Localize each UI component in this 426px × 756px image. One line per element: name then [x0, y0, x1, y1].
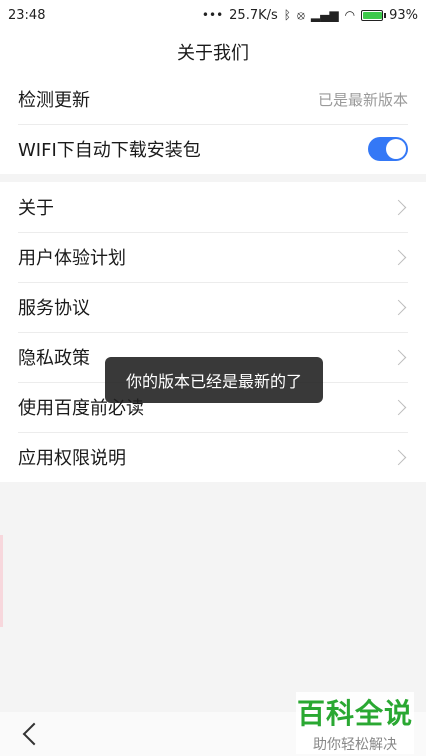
chevron-right-icon — [390, 199, 407, 215]
menu-item-permissions[interactable]: 应用权限说明 — [0, 432, 426, 482]
page-title: 关于我们 — [177, 43, 249, 64]
menu-group: 关于 用户体验计划 服务协议 隐私政策 使用百度前必读 应用权限说明 — [0, 182, 426, 482]
wifi-auto-download-label: WIFI下自动下载安装包 — [18, 140, 201, 161]
menu-item-label: 关于 — [18, 198, 54, 219]
chevron-right-icon — [390, 299, 407, 315]
signal-icon: ▂▄▆ — [310, 8, 339, 22]
battery-fill — [363, 11, 382, 19]
back-icon[interactable] — [22, 722, 46, 746]
wifi-auto-download-toggle[interactable] — [368, 137, 408, 161]
wifi-auto-download-row: WIFI下自动下载安装包 — [0, 124, 426, 174]
chevron-right-icon — [390, 249, 407, 265]
menu-item-service-agreement[interactable]: 服务协议 — [0, 282, 426, 332]
bluetooth-icon: ᛒ — [283, 8, 291, 22]
dots-icon: ••• — [201, 8, 224, 22]
status-bar: 23:48 ••• 25.7K/s ᛒ ⦻ ▂▄▆ ◠ 93% — [0, 0, 426, 30]
settings-group: 检测更新 已是最新版本 WIFI下自动下载安装包 — [0, 74, 426, 174]
edge-decoration — [0, 535, 3, 627]
menu-item-label: 应用权限说明 — [18, 448, 126, 469]
status-time: 23:48 — [8, 7, 46, 23]
menu-item-label: 服务协议 — [18, 298, 90, 319]
header: 关于我们 — [0, 30, 426, 74]
watermark-logo: 百科全说 助你轻松解决 — [296, 692, 414, 754]
check-update-label: 检测更新 — [18, 90, 90, 111]
toggle-knob — [386, 139, 406, 159]
toast-text: 你的版本已经是最新的了 — [125, 372, 302, 391]
menu-item-about[interactable]: 关于 — [0, 182, 426, 232]
network-speed: 25.7K/s — [229, 7, 278, 23]
menu-item-label: 隐私政策 — [18, 348, 90, 369]
vibrate-icon: ⦻ — [296, 8, 305, 22]
battery-icon — [361, 9, 387, 21]
chevron-right-icon — [390, 399, 407, 415]
menu-item-label: 用户体验计划 — [18, 248, 126, 269]
chevron-right-icon — [390, 449, 407, 465]
battery-percent: 93% — [389, 7, 418, 23]
menu-item-user-experience[interactable]: 用户体验计划 — [0, 232, 426, 282]
status-icons: ••• 25.7K/s ᛒ ⦻ ▂▄▆ ◠ 93% — [202, 8, 418, 23]
watermark-sub: 助你轻松解决 — [313, 737, 397, 753]
check-update-row[interactable]: 检测更新 已是最新版本 — [0, 74, 426, 124]
toast-message: 你的版本已经是最新的了 — [105, 357, 323, 403]
watermark-main: 百科全说 — [296, 697, 413, 730]
check-update-value: 已是最新版本 — [317, 90, 408, 109]
chevron-right-icon — [390, 349, 407, 365]
wifi-icon: ◠ — [344, 8, 356, 22]
